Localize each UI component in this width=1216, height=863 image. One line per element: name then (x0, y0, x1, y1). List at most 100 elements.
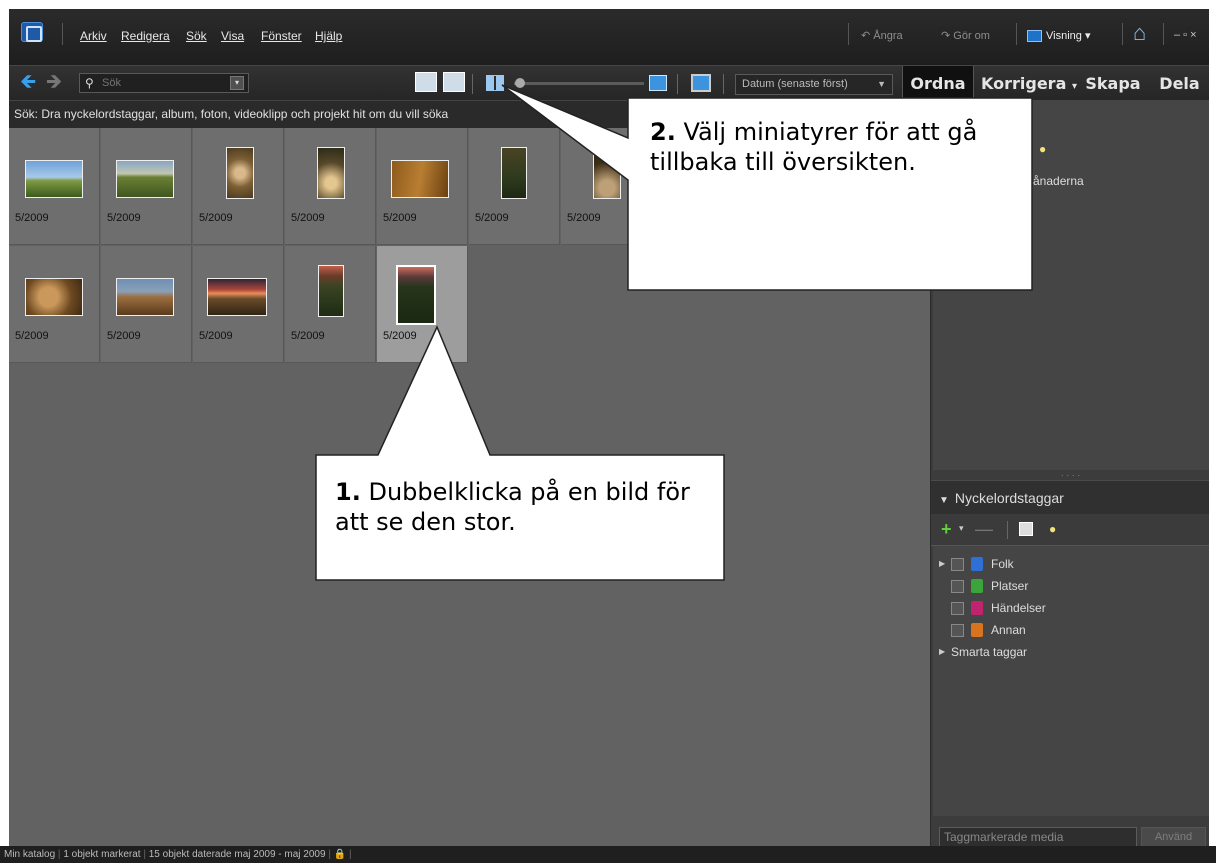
tag-item-annan[interactable]: Annan (939, 620, 1199, 640)
photo-thumbnail[interactable] (226, 147, 254, 199)
catalog-name[interactable]: Min katalog (4, 849, 55, 860)
photo-cell[interactable]: 5/2009 (377, 128, 468, 245)
search-icon: ⚲ (85, 76, 94, 90)
photo-thumbnail[interactable] (116, 160, 174, 198)
add-tag-icon[interactable]: + (941, 519, 952, 540)
redo-button[interactable]: ↷ Gör om (941, 29, 990, 42)
photo-cell[interactable]: 5/2009 (101, 128, 192, 245)
photo-thumbnail[interactable] (318, 265, 344, 317)
window-controls[interactable]: – ▫ × (1174, 29, 1197, 41)
search-field[interactable]: ⚲ ▾ (79, 73, 249, 93)
remove-tag-icon[interactable]: — (975, 519, 993, 540)
photo-cell[interactable]: 5/2009 (101, 246, 192, 363)
forward-arrow-icon[interactable]: 🡺 (46, 72, 62, 92)
photo-date: 5/2009 (291, 330, 325, 342)
thumbnail-grid-icon[interactable] (486, 75, 504, 91)
tag-checkbox[interactable] (951, 624, 964, 637)
back-arrow-icon[interactable]: 🡸 (20, 72, 36, 92)
tab-skapa[interactable]: Skapa (1083, 66, 1143, 101)
add-tag-dropdown-icon[interactable]: ▾ (959, 523, 964, 534)
tag-toolbar: + ▾ — ● (931, 514, 1209, 546)
tag-item-folk[interactable]: ▶ Folk (939, 554, 1199, 574)
home-icon[interactable]: ⌂ (1133, 22, 1146, 44)
tag-item-platser[interactable]: Platser (939, 576, 1199, 596)
photo-date: 5/2009 (383, 212, 417, 224)
people-icon (971, 557, 983, 571)
menu-hjalp[interactable]: Hjälp (315, 29, 342, 43)
other-icon (971, 623, 983, 637)
photo-cell[interactable]: 5/2009 (285, 246, 376, 363)
photo-cell-selected[interactable]: 5/2009 (377, 246, 468, 363)
photo-thumbnail[interactable] (501, 147, 527, 199)
tab-dela[interactable]: Dela (1150, 66, 1209, 101)
photo-thumbnail[interactable] (116, 278, 174, 316)
photo-cell[interactable]: 5/2009 (9, 128, 100, 245)
expand-arrow-icon[interactable]: ▶ (939, 642, 945, 662)
tag-photo-icon[interactable] (1019, 522, 1033, 536)
collapse-triangle-icon: ▼ (939, 495, 949, 506)
photo-date: 5/2009 (199, 212, 233, 224)
single-photo-icon[interactable] (649, 75, 667, 91)
right-panel: 6 månaderna ● · · · · ▼ Nyckelordstaggar … (930, 100, 1209, 854)
photo-thumbnail[interactable] (317, 147, 345, 199)
photo-thumbnail[interactable] (593, 147, 621, 199)
tag-item-handelser[interactable]: Händelser (939, 598, 1199, 618)
photo-thumbnail[interactable] (391, 160, 449, 198)
search-dropdown-button[interactable]: ▾ (230, 76, 244, 90)
sort-order-select[interactable]: Datum (senaste först) ▼ (735, 74, 893, 95)
panel-upper-text: 6 månaderna (1013, 174, 1084, 188)
photo-thumbnail[interactable] (25, 278, 83, 316)
panel-resize-handle[interactable]: · · · · (931, 470, 1209, 480)
menu-sok[interactable]: Sök (186, 29, 207, 43)
lightbulb-icon[interactable]: ● (1049, 522, 1056, 536)
tag-checkbox[interactable] (951, 602, 964, 615)
photo-cell[interactable]: 5/2009 (561, 128, 652, 245)
thumbnail-size-slider[interactable] (514, 82, 644, 85)
photo-cell[interactable]: 5/2009 (285, 128, 376, 245)
photo-thumbnail[interactable] (396, 265, 436, 325)
tag-item-smart-tags[interactable]: ▶ Smarta taggar (939, 642, 1199, 662)
full-screen-icon[interactable] (691, 74, 711, 92)
menubar: Arkiv Redigera Sök Visa Fönster Hjälp ↶ … (9, 9, 1209, 65)
tab-korrigera[interactable]: Korrigera ▾ (975, 66, 1083, 101)
apply-button[interactable]: Använd (1141, 827, 1206, 847)
tag-label: Platser (991, 579, 1029, 593)
search-input[interactable] (102, 75, 222, 91)
tag-checkbox[interactable] (951, 558, 964, 571)
places-icon (971, 579, 983, 593)
keyword-tags-header[interactable]: ▼ Nyckelordstaggar (931, 480, 1209, 514)
item-count: 15 objekt daterade maj 2009 - maj 2009 (148, 849, 326, 860)
photo-thumbnail[interactable] (207, 278, 267, 316)
tab-ordna[interactable]: Ordna (902, 66, 974, 101)
tag-checkbox[interactable] (951, 580, 964, 593)
tag-label: Smarta taggar (951, 645, 1028, 659)
undo-button[interactable]: ↶ Ångra (861, 29, 903, 42)
slider-knob[interactable] (515, 78, 525, 88)
menu-arkiv[interactable]: Arkiv (80, 29, 107, 43)
menu-redigera[interactable]: Redigera (121, 29, 170, 43)
photo-date: 5/2009 (475, 212, 509, 224)
photo-cell[interactable]: 5/2009 (193, 128, 284, 245)
photo-cell[interactable]: 5/2009 (9, 246, 100, 363)
tagged-media-field[interactable]: Taggmarkerade media (939, 827, 1137, 847)
lightbulb-icon[interactable]: ● (1039, 142, 1046, 156)
rotate-left-icon[interactable] (415, 72, 437, 92)
expand-arrow-icon[interactable]: ▶ (939, 554, 945, 574)
tag-list: ▶ Folk Platser Händelser Annan ▶ Smarta … (933, 546, 1209, 816)
menu-visa[interactable]: Visa (221, 29, 244, 43)
menu-fonster[interactable]: Fönster (261, 29, 302, 43)
undo-icon: ↶ (861, 30, 874, 42)
photo-cell[interactable]: 5/2009 (469, 128, 560, 245)
photo-date: 5/2009 (107, 330, 141, 342)
tag-label: Folk (991, 557, 1014, 571)
organizer-app-icon[interactable] (21, 22, 43, 42)
photo-thumbnail[interactable] (25, 160, 83, 198)
photo-date: 5/2009 (15, 330, 49, 342)
photo-cell[interactable]: 5/2009 (193, 246, 284, 363)
tag-label: Händelser (991, 601, 1046, 615)
tag-label: Annan (991, 623, 1026, 637)
lock-icon[interactable]: 🔒 (334, 849, 346, 860)
view-menu-button[interactable]: Visning ▾ (1027, 29, 1090, 43)
app-window: Arkiv Redigera Sök Visa Fönster Hjälp ↶ … (9, 9, 1209, 854)
rotate-right-icon[interactable] (443, 72, 465, 92)
